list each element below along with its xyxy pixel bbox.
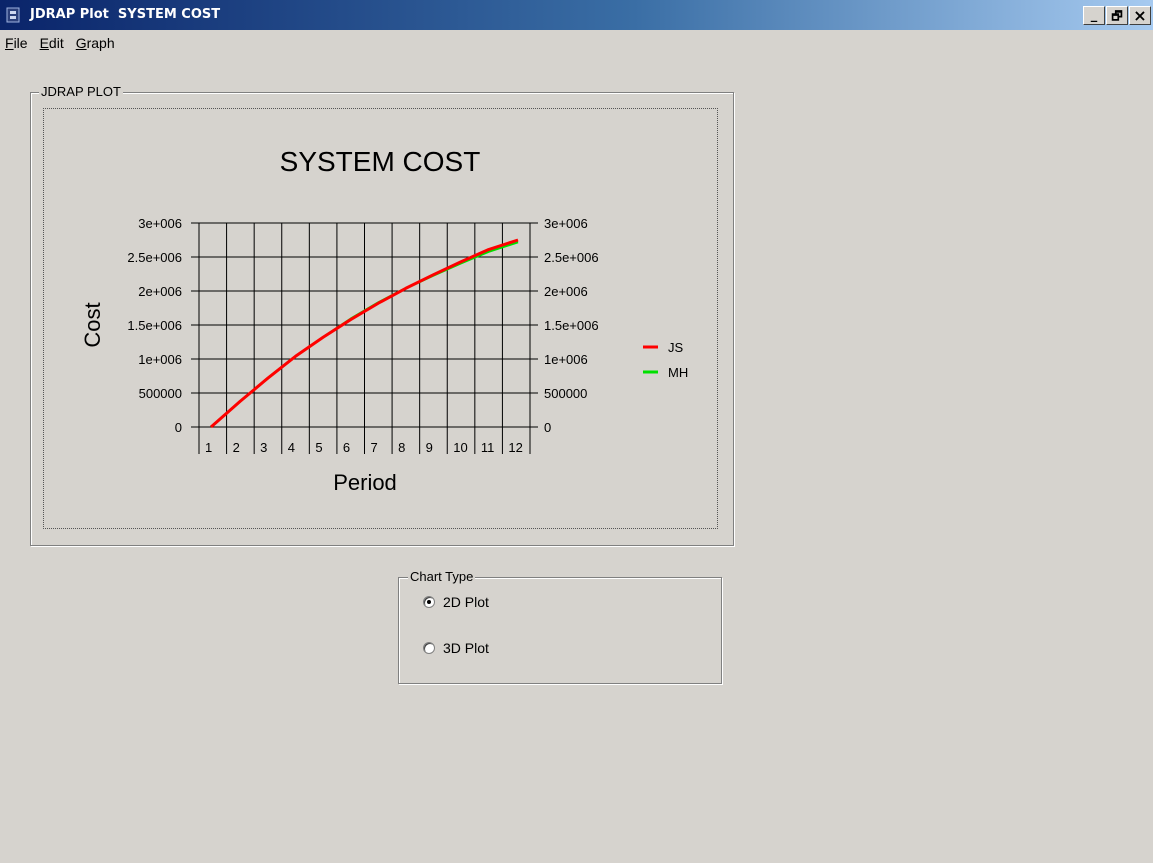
x-tick-label: 6 bbox=[343, 440, 350, 455]
y-tick-label-left: 3e+006 bbox=[138, 216, 182, 231]
x-tick-label: 2 bbox=[233, 440, 240, 455]
y-tick-label-left: 1.5e+006 bbox=[127, 318, 182, 333]
x-tick-label: 12 bbox=[508, 440, 522, 455]
y-tick-label-left: 1e+006 bbox=[138, 352, 182, 367]
radio-3d-plot[interactable]: 3D Plot bbox=[423, 640, 489, 656]
x-tick-label: 3 bbox=[260, 440, 267, 455]
y-tick-label-right: 500000 bbox=[544, 386, 587, 401]
y-tick-label-left: 0 bbox=[175, 420, 182, 435]
y-tick-label-left: 2.5e+006 bbox=[127, 250, 182, 265]
chart-type-label: Chart Type bbox=[408, 569, 476, 584]
system-cost-chart: SYSTEM COST 0 0 500000 500000 1e+006 1e+006 1.5… bbox=[80, 146, 688, 495]
legend-label-mh: MH bbox=[668, 365, 688, 380]
x-tick-label: 8 bbox=[398, 440, 405, 455]
x-tick-label: 7 bbox=[371, 440, 378, 455]
x-tick-label: 9 bbox=[426, 440, 433, 455]
radio-button-2d[interactable] bbox=[423, 596, 435, 608]
y-axis-label: Cost bbox=[80, 302, 105, 347]
y-tick-label-right: 2e+006 bbox=[544, 284, 588, 299]
y-tick-label-right: 2.5e+006 bbox=[544, 250, 599, 265]
y-tick-label-right: 1e+006 bbox=[544, 352, 588, 367]
y-tick-label-left: 500000 bbox=[139, 386, 182, 401]
radio-button-3d[interactable] bbox=[423, 642, 435, 654]
y-tick-label-left: 2e+006 bbox=[138, 284, 182, 299]
x-tick-label: 1 bbox=[205, 440, 212, 455]
y-tick-label-right: 0 bbox=[544, 420, 551, 435]
radio-2d-label: 2D Plot bbox=[443, 594, 489, 610]
x-tick-label: 5 bbox=[315, 440, 322, 455]
y-tick-label-right: 3e+006 bbox=[544, 216, 588, 231]
radio-2d-plot[interactable]: 2D Plot bbox=[423, 594, 489, 610]
x-tick-label: 4 bbox=[288, 440, 295, 455]
chart-title: SYSTEM COST bbox=[280, 146, 481, 177]
x-tick-label: 11 bbox=[481, 440, 495, 455]
y-tick-label-right: 1.5e+006 bbox=[544, 318, 599, 333]
x-axis-label: Period bbox=[333, 470, 397, 495]
x-tick-label: 10 bbox=[453, 440, 467, 455]
legend-label-js: JS bbox=[668, 340, 684, 355]
radio-3d-label: 3D Plot bbox=[443, 640, 489, 656]
